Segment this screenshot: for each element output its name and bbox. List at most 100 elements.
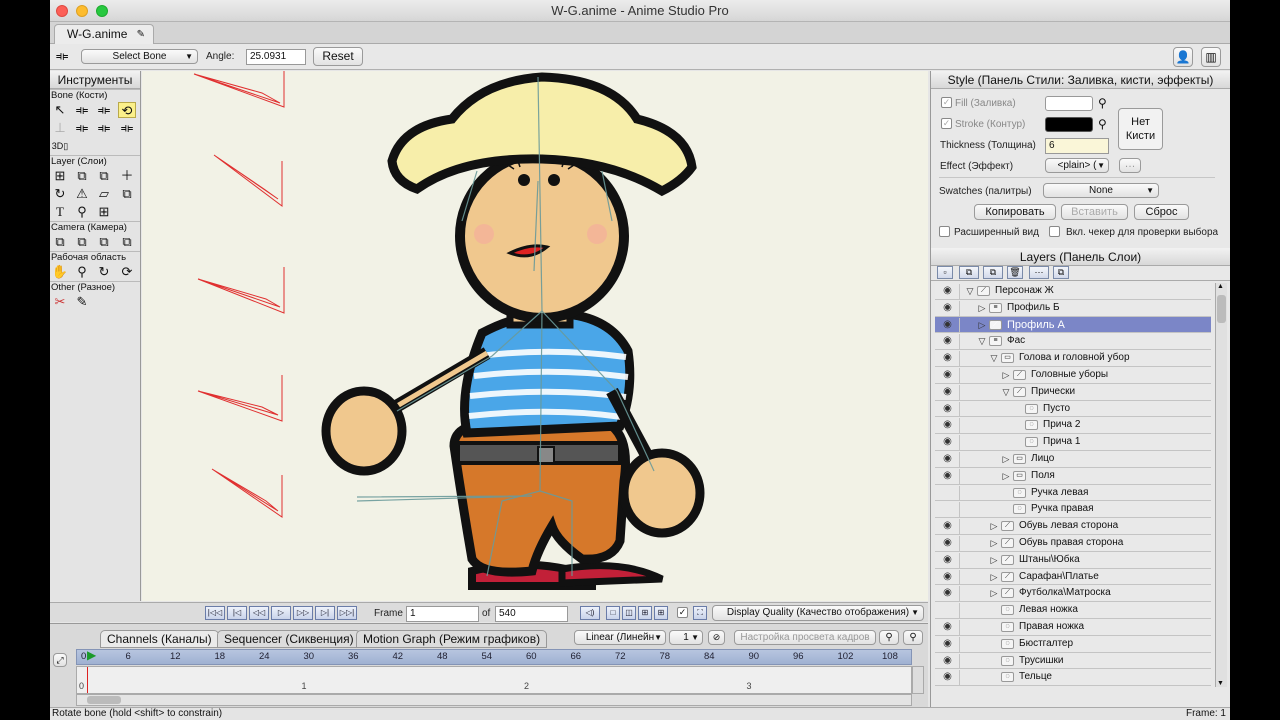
- disclosure-open-icon[interactable]: ▽: [965, 284, 975, 299]
- roll-camera-tool-icon[interactable]: ⧉: [95, 234, 113, 250]
- rotate-workspace-tool-icon[interactable]: ↻: [95, 264, 113, 280]
- scale-bone-tool-icon[interactable]: ⟚: [95, 102, 113, 118]
- layer-row[interactable]: ◉ ◌ Трусишки: [935, 652, 1211, 670]
- eye-icon[interactable]: ◉: [936, 418, 960, 434]
- tab-motion-graph[interactable]: Motion Graph (Режим графиков): [356, 630, 548, 648]
- eyedropper-icon[interactable]: ⚲: [1098, 96, 1107, 110]
- rotate-bone-tool-icon[interactable]: ⟲: [118, 102, 136, 118]
- paste-button[interactable]: Вставить: [1061, 204, 1128, 220]
- layer-row[interactable]: ◉ ◌ Пусто: [935, 400, 1211, 418]
- layer-row[interactable]: ◉ ▽ ⟋ Персонаж Ж: [935, 283, 1211, 300]
- onion-checkbox[interactable]: ✓: [677, 607, 688, 618]
- layer-row[interactable]: ◌ Ручка левая: [935, 484, 1211, 502]
- channel-track[interactable]: 0 1 2 3: [76, 666, 912, 694]
- layers-scrollbar[interactable]: ▲ ▼: [1215, 283, 1227, 687]
- display-quality-dropdown[interactable]: Display Quality (Качество отображения) ▼: [712, 605, 924, 621]
- quad-view-icon[interactable]: ⊞: [638, 606, 652, 620]
- timeline-scrollbar[interactable]: [76, 694, 912, 706]
- eye-icon[interactable]: ◉: [936, 334, 960, 350]
- eye-icon[interactable]: ◉: [936, 569, 960, 585]
- layer-copy-icon[interactable]: ⧉: [1053, 266, 1069, 279]
- previous-keyframe-icon[interactable]: ◁◁: [249, 606, 269, 620]
- timeline-vscroll[interactable]: [912, 666, 924, 694]
- pan-tilt-camera-tool-icon[interactable]: ⧉: [118, 234, 136, 250]
- new-group-icon[interactable]: ⧉: [983, 266, 1003, 279]
- layer-row[interactable]: ◉ ▷ ⟋ Головные уборы: [935, 366, 1211, 384]
- eye-hidden-icon[interactable]: [936, 603, 960, 619]
- 3d-bone-tool-icon[interactable]: 3D▯: [50, 138, 70, 154]
- thickness-input[interactable]: 6: [1045, 138, 1109, 154]
- layer-row[interactable]: ◉ ▽ ≡ Фас: [935, 333, 1211, 351]
- disclosure-closed-icon[interactable]: ▷: [1001, 452, 1011, 467]
- fill-color-swatch[interactable]: [1045, 96, 1093, 111]
- layer-row[interactable]: ◉ ▷ ▭ Поля: [935, 467, 1211, 485]
- layer-settings-icon[interactable]: ⋯: [1029, 266, 1049, 279]
- eye-icon[interactable]: ◉: [936, 384, 960, 400]
- close-window-button[interactable]: [56, 5, 68, 17]
- angle-input[interactable]: 25.0931: [246, 49, 306, 65]
- eye-icon[interactable]: ◉: [936, 317, 960, 333]
- eye-icon[interactable]: ◉: [936, 451, 960, 467]
- split-view-icon[interactable]: ◫: [622, 606, 636, 620]
- layer-row[interactable]: ◌ Левая ножка: [935, 602, 1211, 619]
- eye-icon[interactable]: ◉: [936, 552, 960, 568]
- zoom-camera-tool-icon[interactable]: ⧉: [73, 234, 91, 250]
- stroke-color-swatch[interactable]: [1045, 117, 1093, 132]
- disclosure-closed-icon[interactable]: ▷: [989, 570, 999, 585]
- eye-icon[interactable]: ◉: [936, 519, 960, 535]
- document-tab[interactable]: W-G.anime ✎: [54, 24, 154, 44]
- disclosure-open-icon[interactable]: ▽: [977, 334, 987, 349]
- disclosure-open-icon[interactable]: ▽: [1001, 385, 1011, 400]
- perspective-tool-icon[interactable]: ⧉: [118, 186, 136, 202]
- hand-tool-icon[interactable]: ✋: [51, 264, 69, 280]
- eyedropper-icon[interactable]: ⚲: [1098, 117, 1107, 131]
- interp-step-dropdown[interactable]: 1 ▼: [669, 630, 703, 645]
- audio-icon[interactable]: ◁): [580, 606, 600, 620]
- scroll-up-icon[interactable]: ▲: [1217, 283, 1224, 290]
- layer-row[interactable]: ◉ ▽ ▭ Голова и головной убор: [935, 350, 1211, 367]
- disclosure-closed-icon[interactable]: ▷: [1001, 469, 1011, 484]
- translate-layer-tool-icon[interactable]: ⧉: [73, 168, 91, 184]
- layer-row[interactable]: ◉ ◌ Бюстгалтер: [935, 635, 1211, 653]
- layer-row[interactable]: ◉ ▷ ⟋ Штаны\Юбка: [935, 551, 1211, 569]
- canvas[interactable]: [142, 71, 928, 601]
- orbit-workspace-tool-icon[interactable]: ⟳: [118, 264, 136, 280]
- eyedropper-tool-icon[interactable]: ⚲: [73, 204, 91, 220]
- set-origin-tool-icon[interactable]: ⊞: [51, 168, 69, 184]
- new-layer-icon[interactable]: ▫: [937, 266, 953, 279]
- scroll-thumb[interactable]: [1217, 295, 1226, 323]
- user-icon[interactable]: 👤: [1173, 47, 1193, 67]
- frame-input[interactable]: 1: [406, 606, 479, 622]
- layer-row[interactable]: ◉ ▷ ⟋ Сарафан\Платье: [935, 568, 1211, 586]
- eye-icon[interactable]: ◉: [936, 653, 960, 669]
- disclosure-closed-icon[interactable]: ▷: [977, 301, 987, 316]
- trash-icon[interactable]: 🗑: [1007, 266, 1023, 279]
- duplicate-layer-icon[interactable]: ⧉: [959, 266, 979, 279]
- keyframe-mode-icon[interactable]: ⊘: [708, 630, 725, 645]
- eye-icon[interactable]: ◉: [936, 670, 960, 686]
- eye-hidden-icon[interactable]: [936, 502, 960, 518]
- insert-text-tool-icon[interactable]: ✂: [51, 294, 69, 310]
- scale-layer-tool-icon[interactable]: ⧉: [95, 168, 113, 184]
- track-camera-tool-icon[interactable]: ⧉: [51, 234, 69, 250]
- tab-sequencer[interactable]: Sequencer (Сиквенция): [217, 630, 361, 648]
- swatches-dropdown[interactable]: None ▼: [1043, 183, 1159, 198]
- frame-ruler[interactable]: 0 6 12 18 24 30 36 42 48 54 60 66 72 78 84 90 96 102 108 ▶: [76, 648, 912, 665]
- layer-row[interactable]: ◉ ▷ ⟋ Профиль А: [935, 316, 1211, 334]
- zoom-in-icon[interactable]: ⚲: [903, 630, 923, 645]
- zoom-out-icon[interactable]: ⚲: [879, 630, 899, 645]
- rewind-icon[interactable]: |◁◁: [205, 606, 225, 620]
- copy-button[interactable]: Копировать: [974, 204, 1056, 220]
- eye-icon[interactable]: ◉: [936, 284, 960, 299]
- fill-checkbox[interactable]: ✓: [941, 97, 952, 108]
- grid-view-icon[interactable]: ⊞: [654, 606, 668, 620]
- reset-button[interactable]: Reset: [313, 47, 363, 66]
- eye-icon[interactable]: ◉: [936, 535, 960, 551]
- shear-layer-tool-icon[interactable]: ▱: [95, 186, 113, 202]
- no-brush-button[interactable]: Нет Кисти: [1118, 108, 1163, 150]
- minimize-window-button[interactable]: [76, 5, 88, 17]
- play-icon[interactable]: ▷: [271, 606, 291, 620]
- stroke-checkbox[interactable]: ✓: [941, 118, 952, 129]
- library-icon[interactable]: ▥: [1201, 47, 1221, 67]
- rotate-layer-tool-icon[interactable]: ↻: [51, 186, 69, 202]
